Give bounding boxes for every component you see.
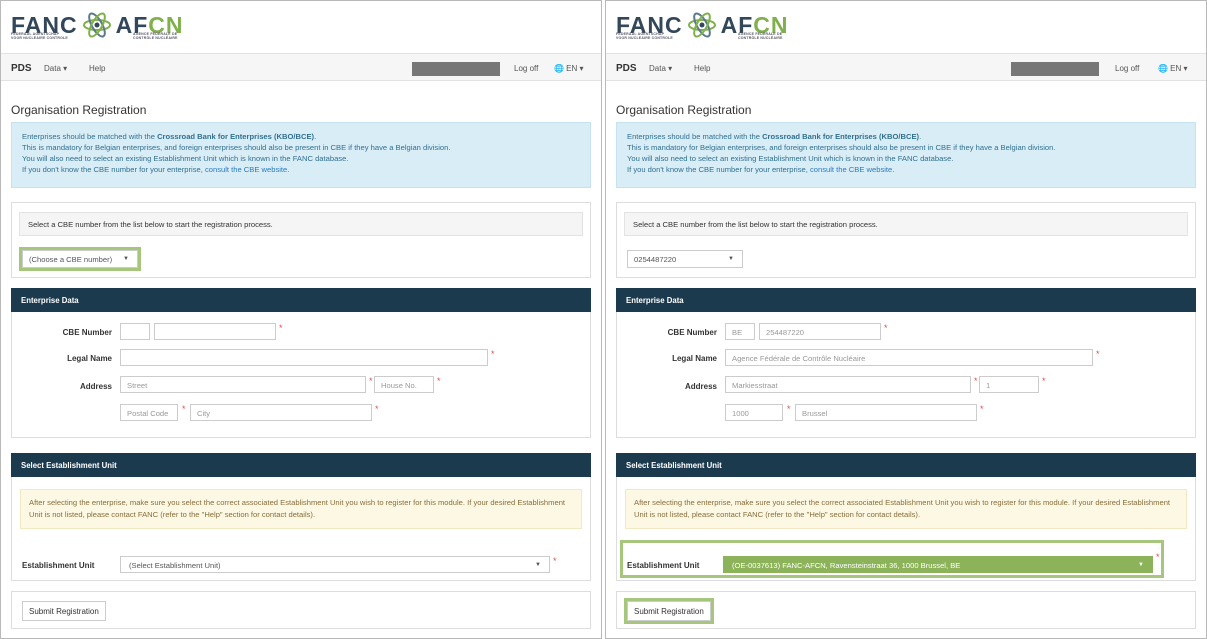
cbe-prefix-field[interactable]: BE bbox=[725, 323, 755, 340]
establishment-unit-header: Select Establishment Unit bbox=[616, 453, 1196, 477]
address-label: Address bbox=[79, 382, 112, 391]
establishment-warning: After selecting the enterprise, make sur… bbox=[625, 489, 1187, 529]
required-mark: * bbox=[279, 323, 283, 333]
street-field[interactable]: Markiesstraat bbox=[725, 376, 971, 393]
nav-help-link[interactable]: Help bbox=[89, 64, 105, 73]
required-mark: * bbox=[884, 323, 888, 333]
cbe-number-select[interactable]: (Choose a CBE number) ▼ bbox=[19, 247, 141, 271]
enterprise-data-header: Enterprise Data bbox=[616, 288, 1196, 312]
info-alert: Enterprises should be matched with the C… bbox=[616, 122, 1196, 188]
caret-down-icon: ▼ bbox=[728, 256, 734, 262]
required-mark: * bbox=[369, 376, 373, 386]
logoff-link[interactable]: Log off bbox=[1115, 64, 1139, 73]
caret-down-icon: ▼ bbox=[123, 256, 129, 262]
atom-icon bbox=[687, 12, 716, 38]
redacted-user-box bbox=[1011, 62, 1099, 76]
logo-subtitle-left: FEDERAAL AGENTSCHAP VOOR NUCLEAIRE CONTR… bbox=[11, 32, 68, 40]
nav-help-link[interactable]: Help bbox=[694, 64, 710, 73]
required-mark: * bbox=[182, 404, 186, 414]
establishment-unit-header: Select Establishment Unit bbox=[11, 453, 591, 477]
city-field[interactable]: City bbox=[190, 404, 372, 421]
required-mark: * bbox=[553, 556, 557, 566]
navbar: PDS Data ▾ Help Log off 🌐 EN ▾ bbox=[606, 53, 1206, 81]
establishment-unit-body: After selecting the enterprise, make sur… bbox=[616, 477, 1196, 581]
submit-box: Submit Registration bbox=[616, 591, 1196, 629]
submit-box: Submit Registration bbox=[11, 591, 591, 629]
navbar: PDS Data ▾ Help Log off 🌐 EN ▾ bbox=[1, 53, 601, 81]
enterprise-data-body: CBE Number BE 254487220 * Legal Name Age… bbox=[616, 312, 1196, 438]
logo-subtitle-right: AGENCE FÉDÉRALE DE CONTRÔLE NUCLÉAIRE bbox=[738, 32, 783, 40]
cbe-prefix-field[interactable] bbox=[120, 323, 150, 340]
navbar-brand[interactable]: PDS bbox=[11, 63, 32, 74]
cbe-website-link[interactable]: consult the CBE website bbox=[810, 165, 892, 174]
establishment-unit-select[interactable]: (Select Establishment Unit) ▼ bbox=[120, 556, 550, 573]
required-mark: * bbox=[491, 349, 495, 359]
legal-name-field[interactable] bbox=[120, 349, 488, 366]
establishment-unit-select[interactable]: (OE-0037613) FANC-AFCN, Ravensteinstraat… bbox=[723, 556, 1153, 573]
required-mark: * bbox=[437, 376, 441, 386]
cbe-number-field[interactable] bbox=[154, 323, 276, 340]
enterprise-data-body: CBE Number * Legal Name * Address Street… bbox=[11, 312, 591, 438]
establishment-unit-label: Establishment Unit bbox=[22, 561, 95, 570]
legal-name-label: Legal Name bbox=[67, 354, 112, 363]
cbe-number-label: CBE Number bbox=[667, 328, 717, 337]
required-mark: * bbox=[787, 404, 791, 414]
cbe-prompt: Select a CBE number from the list below … bbox=[19, 212, 583, 236]
logo-subtitle-left: FEDERAAL AGENTSCHAP VOOR NUCLEAIRE CONTR… bbox=[616, 32, 673, 40]
left-panel: FANC AFCN FEDERAAL AGENTSCHAP VOOR NUCLE… bbox=[0, 0, 602, 639]
cbe-website-link[interactable]: consult the CBE website bbox=[205, 165, 287, 174]
cbe-selection-box: Select a CBE number from the list below … bbox=[616, 202, 1196, 278]
required-mark: * bbox=[974, 376, 978, 386]
cbe-number-field[interactable]: 254487220 bbox=[759, 323, 881, 340]
house-number-field[interactable]: House No. bbox=[374, 376, 434, 393]
atom-icon bbox=[82, 12, 111, 38]
submit-registration-button[interactable]: Submit Registration bbox=[22, 601, 106, 621]
address-label: Address bbox=[684, 382, 717, 391]
right-panel: FANC AFCN FEDERAAL AGENTSCHAP VOOR NUCLE… bbox=[605, 0, 1207, 639]
fanc-afcn-logo: FANC AFCN FEDERAAL AGENTSCHAP VOOR NUCLE… bbox=[11, 9, 184, 41]
required-mark: * bbox=[1156, 552, 1160, 562]
logoff-link[interactable]: Log off bbox=[514, 64, 538, 73]
nav-data-menu[interactable]: Data ▾ bbox=[44, 64, 67, 73]
fanc-afcn-logo: FANC AFCN FEDERAAL AGENTSCHAP VOOR NUCLE… bbox=[616, 9, 789, 41]
street-field[interactable]: Street bbox=[120, 376, 366, 393]
logo-subtitle-right: AGENCE FÉDÉRALE DE CONTRÔLE NUCLÉAIRE bbox=[133, 32, 178, 40]
house-number-field[interactable]: 1 bbox=[979, 376, 1039, 393]
required-mark: * bbox=[1042, 376, 1046, 386]
language-menu[interactable]: 🌐 EN ▾ bbox=[554, 64, 584, 73]
postal-code-field[interactable]: 1000 bbox=[725, 404, 783, 421]
redacted-user-box bbox=[412, 62, 500, 76]
postal-code-field[interactable]: Postal Code bbox=[120, 404, 178, 421]
city-field[interactable]: Brussel bbox=[795, 404, 977, 421]
caret-down-icon: ▼ bbox=[1138, 562, 1144, 568]
cbe-number-select[interactable]: 0254487220 ▼ bbox=[627, 250, 743, 268]
cbe-prompt: Select a CBE number from the list below … bbox=[624, 212, 1188, 236]
language-menu[interactable]: 🌐 EN ▾ bbox=[1158, 64, 1188, 73]
submit-registration-button[interactable]: Submit Registration bbox=[624, 598, 714, 624]
enterprise-data-header: Enterprise Data bbox=[11, 288, 591, 312]
cbe-selection-box: Select a CBE number from the list below … bbox=[11, 202, 591, 278]
cbe-number-label: CBE Number bbox=[62, 328, 112, 337]
required-mark: * bbox=[1096, 349, 1100, 359]
page-title: Organisation Registration bbox=[11, 103, 147, 117]
page-title: Organisation Registration bbox=[616, 103, 752, 117]
establishment-warning: After selecting the enterprise, make sur… bbox=[20, 489, 582, 529]
navbar-brand[interactable]: PDS bbox=[616, 63, 637, 74]
required-mark: * bbox=[980, 404, 984, 414]
establishment-unit-label: Establishment Unit bbox=[627, 561, 700, 570]
nav-data-menu[interactable]: Data ▾ bbox=[649, 64, 672, 73]
required-mark: * bbox=[375, 404, 379, 414]
establishment-unit-body: After selecting the enterprise, make sur… bbox=[11, 477, 591, 581]
legal-name-field[interactable]: Agence Fédérale de Contrôle Nucléaire bbox=[725, 349, 1093, 366]
caret-down-icon: ▼ bbox=[535, 562, 541, 568]
legal-name-label: Legal Name bbox=[672, 354, 717, 363]
info-alert: Enterprises should be matched with the C… bbox=[11, 122, 591, 188]
